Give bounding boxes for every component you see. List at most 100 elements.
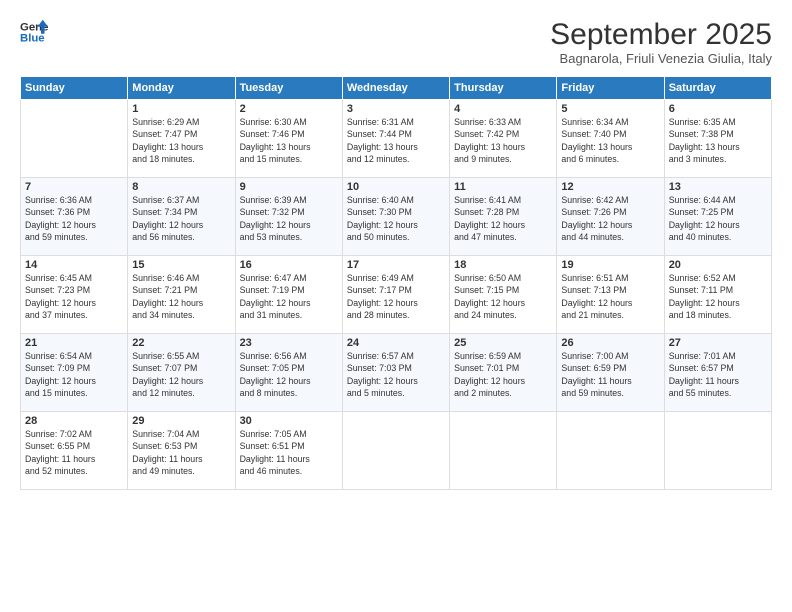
cell-text: and 18 minutes. [669, 309, 767, 321]
svg-text:Blue: Blue [20, 33, 45, 45]
cell-text: and 2 minutes. [454, 387, 552, 399]
cell-text: Sunset: 7:19 PM [240, 284, 338, 296]
calendar-cell: 2Sunrise: 6:30 AMSunset: 7:46 PMDaylight… [235, 100, 342, 178]
calendar-cell [450, 412, 557, 490]
cell-text: and 46 minutes. [240, 465, 338, 477]
cell-text: and 18 minutes. [132, 153, 230, 165]
cell-text: and 21 minutes. [561, 309, 659, 321]
cell-text: Sunset: 7:15 PM [454, 284, 552, 296]
day-number: 17 [347, 259, 445, 271]
day-number: 13 [669, 181, 767, 193]
calendar-header-row: SundayMondayTuesdayWednesdayThursdayFrid… [21, 77, 772, 100]
cell-text: Sunset: 7:07 PM [132, 362, 230, 374]
cell-text: Sunrise: 6:45 AM [25, 272, 123, 284]
title-block: September 2025 Bagnarola, Friuli Venezia… [550, 18, 772, 66]
cell-text: Sunset: 7:47 PM [132, 128, 230, 140]
cell-text: Sunrise: 6:37 AM [132, 194, 230, 206]
cell-text: and 34 minutes. [132, 309, 230, 321]
calendar-cell: 21Sunrise: 6:54 AMSunset: 7:09 PMDayligh… [21, 334, 128, 412]
calendar-cell: 24Sunrise: 6:57 AMSunset: 7:03 PMDayligh… [342, 334, 449, 412]
cell-text: Daylight: 12 hours [561, 297, 659, 309]
day-number: 28 [25, 415, 123, 427]
cell-text: Sunrise: 7:00 AM [561, 350, 659, 362]
cell-text: Sunrise: 7:05 AM [240, 428, 338, 440]
cell-text: Sunset: 7:01 PM [454, 362, 552, 374]
cell-text: Sunrise: 6:33 AM [454, 116, 552, 128]
calendar-cell: 1Sunrise: 6:29 AMSunset: 7:47 PMDaylight… [128, 100, 235, 178]
calendar-cell: 23Sunrise: 6:56 AMSunset: 7:05 PMDayligh… [235, 334, 342, 412]
calendar-header-thursday: Thursday [450, 77, 557, 100]
cell-text: Daylight: 13 hours [347, 141, 445, 153]
cell-text: Daylight: 11 hours [240, 453, 338, 465]
logo: General Blue [20, 18, 48, 46]
cell-text: Sunrise: 7:02 AM [25, 428, 123, 440]
cell-text: Daylight: 12 hours [25, 297, 123, 309]
day-number: 2 [240, 103, 338, 115]
calendar-header-sunday: Sunday [21, 77, 128, 100]
cell-text: Daylight: 11 hours [25, 453, 123, 465]
calendar-week-row: 1Sunrise: 6:29 AMSunset: 7:47 PMDaylight… [21, 100, 772, 178]
day-number: 29 [132, 415, 230, 427]
day-number: 25 [454, 337, 552, 349]
cell-text: Sunrise: 6:40 AM [347, 194, 445, 206]
cell-text: Sunrise: 6:29 AM [132, 116, 230, 128]
cell-text: and 8 minutes. [240, 387, 338, 399]
calendar-cell: 8Sunrise: 6:37 AMSunset: 7:34 PMDaylight… [128, 178, 235, 256]
cell-text: Daylight: 12 hours [25, 375, 123, 387]
cell-text: Sunrise: 6:51 AM [561, 272, 659, 284]
cell-text: Sunset: 6:55 PM [25, 440, 123, 452]
calendar-cell: 19Sunrise: 6:51 AMSunset: 7:13 PMDayligh… [557, 256, 664, 334]
header: General Blue September 2025 Bagnarola, F… [20, 18, 772, 66]
day-number: 15 [132, 259, 230, 271]
cell-text: Sunset: 7:28 PM [454, 206, 552, 218]
cell-text: Sunset: 7:34 PM [132, 206, 230, 218]
cell-text: Daylight: 13 hours [669, 141, 767, 153]
day-number: 21 [25, 337, 123, 349]
cell-text: Daylight: 12 hours [240, 375, 338, 387]
cell-text: and 53 minutes. [240, 231, 338, 243]
cell-text: and 15 minutes. [25, 387, 123, 399]
cell-text: Sunrise: 6:35 AM [669, 116, 767, 128]
cell-text: Sunrise: 6:50 AM [454, 272, 552, 284]
cell-text: and 59 minutes. [25, 231, 123, 243]
cell-text: Sunrise: 7:04 AM [132, 428, 230, 440]
day-number: 19 [561, 259, 659, 271]
day-number: 12 [561, 181, 659, 193]
cell-text: Sunrise: 6:39 AM [240, 194, 338, 206]
cell-text: Sunset: 7:44 PM [347, 128, 445, 140]
cell-text: Daylight: 13 hours [240, 141, 338, 153]
cell-text: and 6 minutes. [561, 153, 659, 165]
cell-text: and 40 minutes. [669, 231, 767, 243]
calendar-cell: 4Sunrise: 6:33 AMSunset: 7:42 PMDaylight… [450, 100, 557, 178]
calendar-week-row: 28Sunrise: 7:02 AMSunset: 6:55 PMDayligh… [21, 412, 772, 490]
calendar-header-monday: Monday [128, 77, 235, 100]
calendar-header-friday: Friday [557, 77, 664, 100]
cell-text: Sunset: 6:57 PM [669, 362, 767, 374]
cell-text: Daylight: 13 hours [561, 141, 659, 153]
cell-text: Daylight: 12 hours [240, 297, 338, 309]
calendar-header-saturday: Saturday [664, 77, 771, 100]
calendar-cell [557, 412, 664, 490]
cell-text: Sunset: 7:21 PM [132, 284, 230, 296]
calendar-cell: 15Sunrise: 6:46 AMSunset: 7:21 PMDayligh… [128, 256, 235, 334]
cell-text: Daylight: 12 hours [669, 297, 767, 309]
cell-text: Sunset: 7:40 PM [561, 128, 659, 140]
calendar-cell: 27Sunrise: 7:01 AMSunset: 6:57 PMDayligh… [664, 334, 771, 412]
day-number: 26 [561, 337, 659, 349]
cell-text: and 59 minutes. [561, 387, 659, 399]
day-number: 20 [669, 259, 767, 271]
calendar-cell: 18Sunrise: 6:50 AMSunset: 7:15 PMDayligh… [450, 256, 557, 334]
cell-text: Sunset: 7:11 PM [669, 284, 767, 296]
cell-text: and 56 minutes. [132, 231, 230, 243]
cell-text: and 50 minutes. [347, 231, 445, 243]
day-number: 11 [454, 181, 552, 193]
cell-text: and 37 minutes. [25, 309, 123, 321]
cell-text: Sunrise: 6:47 AM [240, 272, 338, 284]
calendar-cell: 10Sunrise: 6:40 AMSunset: 7:30 PMDayligh… [342, 178, 449, 256]
day-number: 5 [561, 103, 659, 115]
cell-text: Daylight: 13 hours [132, 141, 230, 153]
cell-text: Sunset: 7:25 PM [669, 206, 767, 218]
cell-text: Daylight: 12 hours [25, 219, 123, 231]
calendar-cell: 11Sunrise: 6:41 AMSunset: 7:28 PMDayligh… [450, 178, 557, 256]
calendar-header-tuesday: Tuesday [235, 77, 342, 100]
